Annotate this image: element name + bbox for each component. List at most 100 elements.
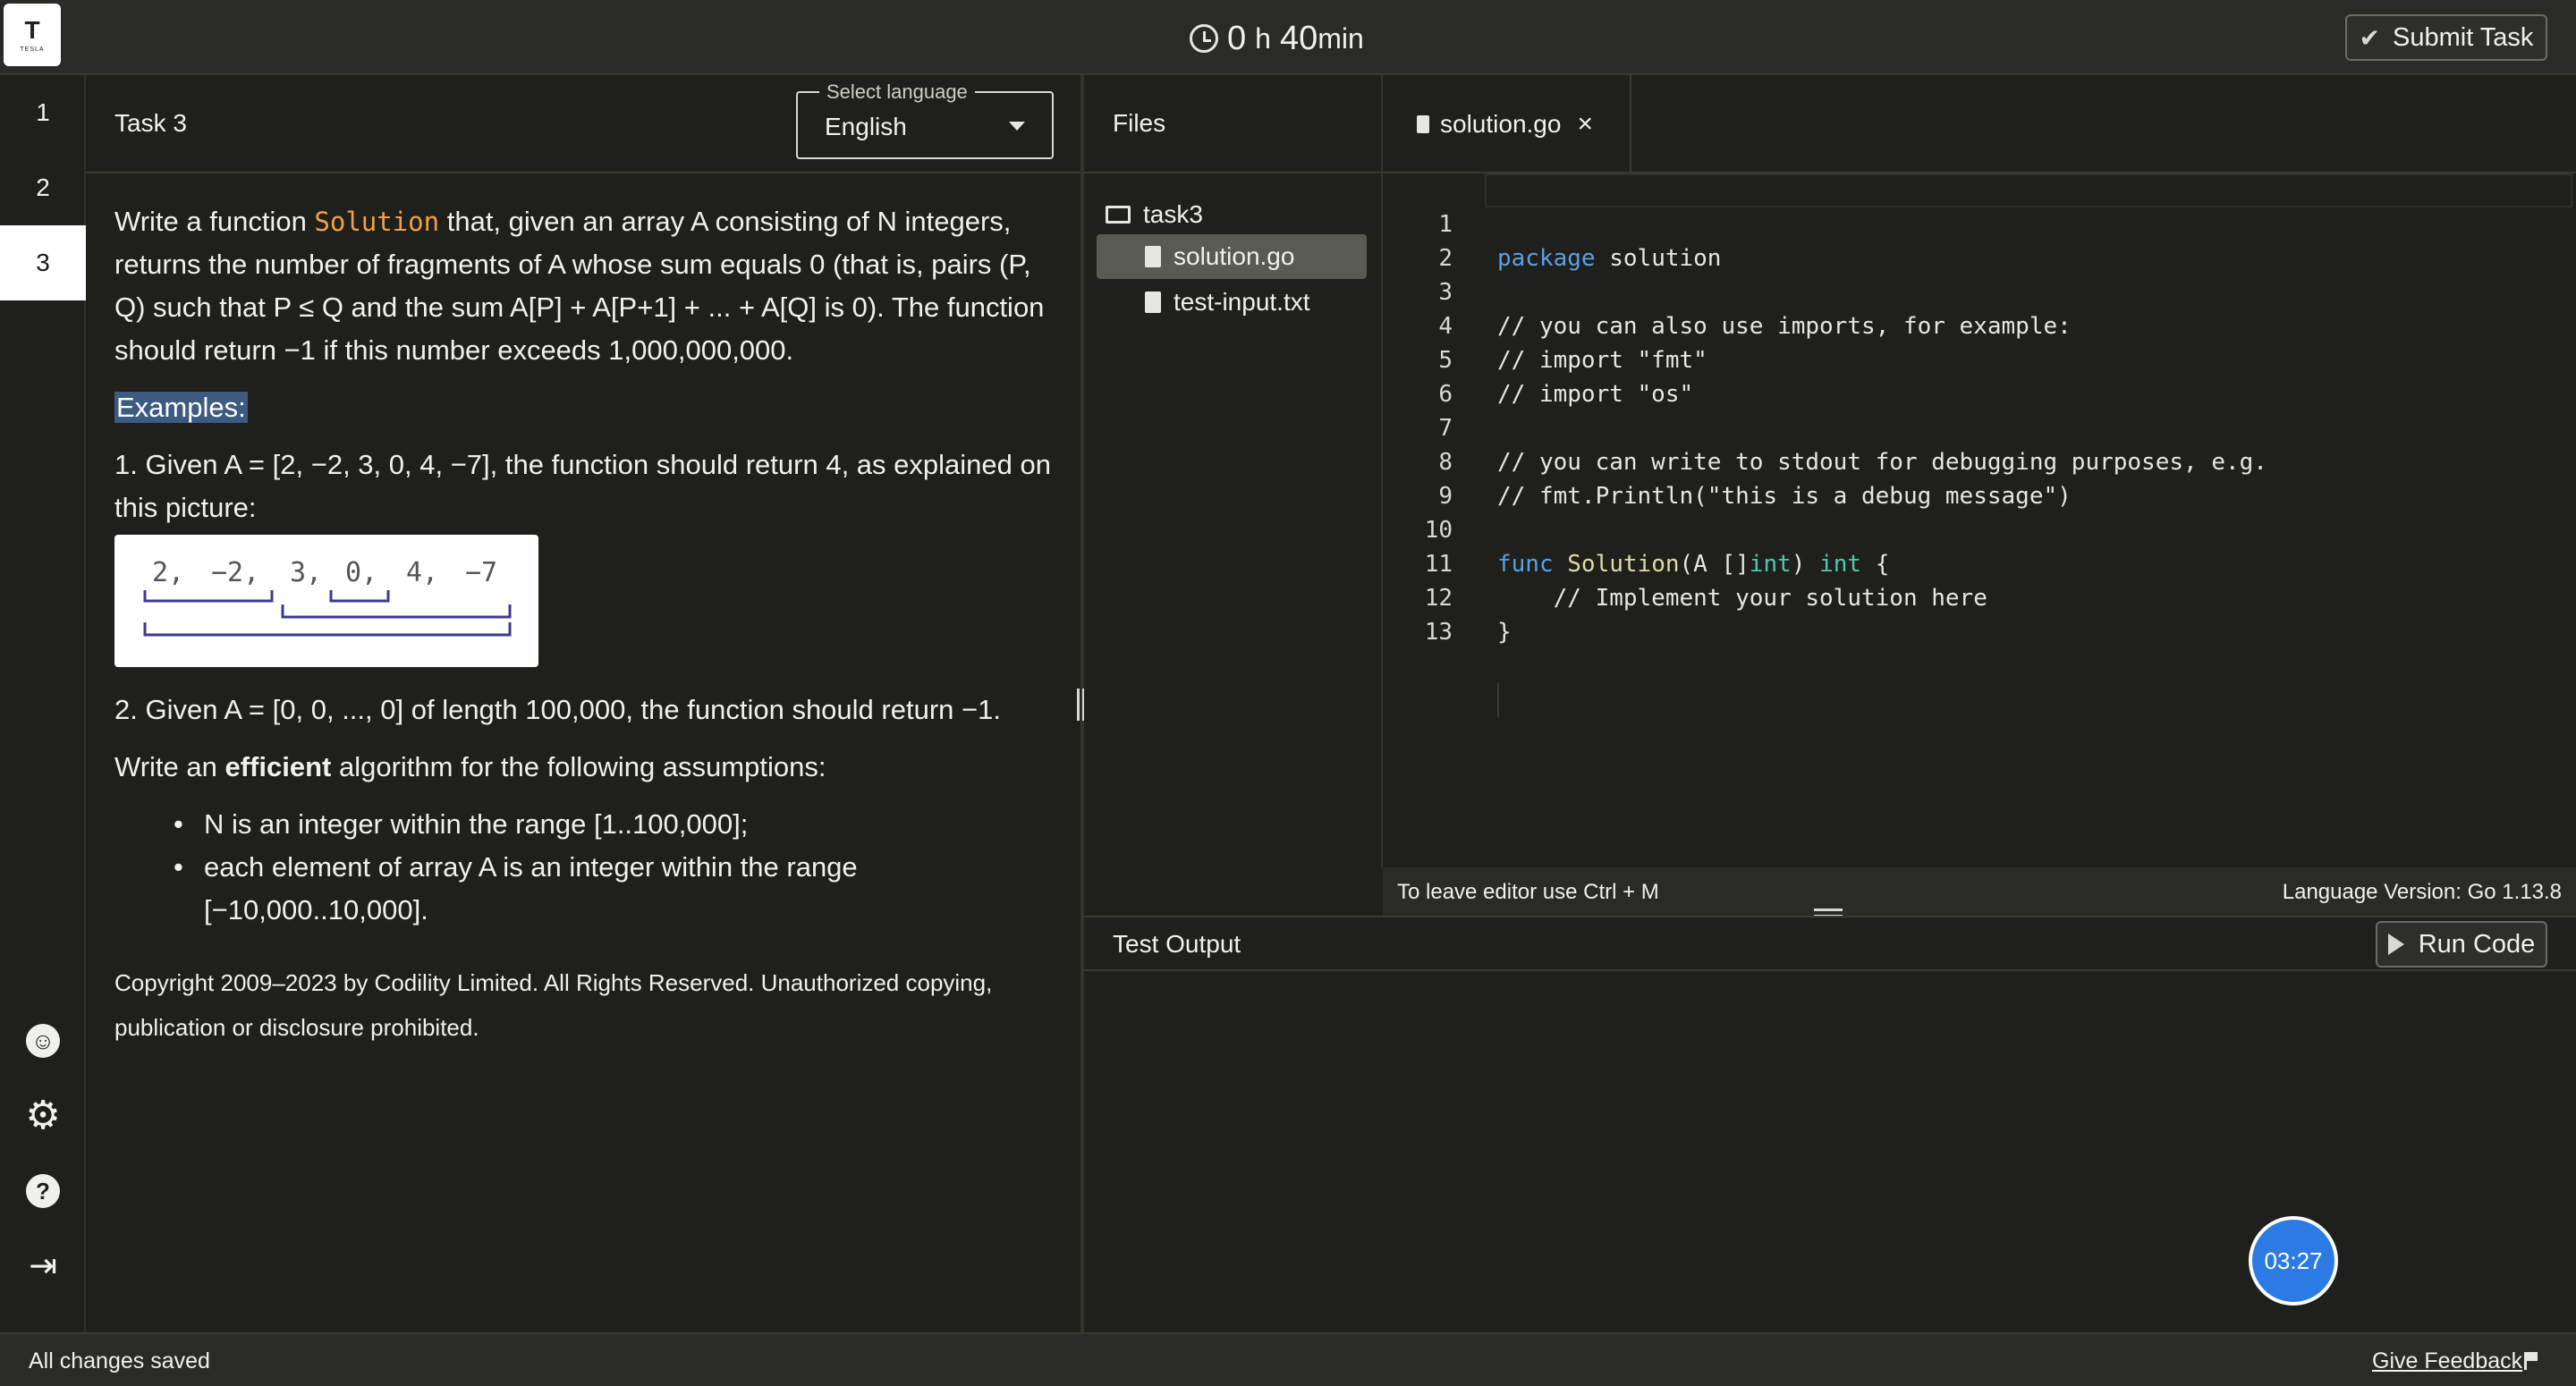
editor-tabs: solution.go × [1383,75,2576,173]
code-area[interactable]: 1 package solution 2 3 // you can also u… [1383,173,2576,853]
code-line: 2 [1383,207,2576,272]
code-text: } [1497,619,1512,646]
timer-minutes: 40 [1279,19,1318,57]
bracket-whole-array [143,622,512,637]
settings-button[interactable]: ⚙ [25,1094,61,1137]
function-name-code: Solution [314,207,440,237]
code-line: 8 // fmt.Println("this is a debug messag… [1383,411,2576,510]
desc-part1: Write a function [114,206,315,237]
file-item-solution-go[interactable]: solution.go [1097,234,1367,279]
bracket-2-neg2 [143,590,274,603]
task-title: Task 3 [114,109,187,137]
countdown-badge: 03:27 [2249,1216,2338,1306]
code-line: 10 func Solution(A []int) int { [1383,479,2576,578]
code-line: 6 [1383,343,2576,408]
play-icon [2387,934,2404,955]
code-line: 12 } [1383,547,2576,646]
help-icon: ? [26,1174,60,1208]
assumptions-list: N is an integer within the range [1..100… [174,803,1063,932]
top-bar: T TESLA 0h 40 min ✔ Submit Task [0,0,2576,75]
task-tab-label: 1 [36,98,50,126]
code-line: 7 // you can write to stdout for debuggi… [1383,377,2576,476]
language-version: Language Version: Go 1.13.8 [2282,880,2562,904]
run-code-label: Run Code [2418,929,2536,959]
clock-icon [1190,24,1218,53]
run-code-button[interactable]: Run Code [2376,921,2547,968]
efficient-word: efficient [225,751,332,782]
timer-hours: 0 [1227,19,1247,57]
file-icon [1145,292,1161,313]
picture-value-1: −2, [211,557,259,588]
efficient-prefix: Write an [114,751,225,782]
code-line: 1 package solution [1383,173,2576,272]
folder-label: task3 [1143,200,1203,228]
picture-value-2: 3, [290,557,322,588]
gear-icon: ⚙ [25,1094,61,1137]
code-editor: solution.go × 1 package solution 2 3 // … [1383,75,2576,867]
task-tab-1[interactable]: 1 [0,75,86,150]
indent-guide [1497,683,1499,717]
timer: 0h 40 min [1190,18,1364,59]
code-line: 9 [1383,445,2576,510]
editor-tab-solution-go[interactable]: solution.go × [1383,75,1631,173]
picture-value-0: 2, [152,557,184,588]
check-icon: ✔ [2359,23,2381,52]
efficient-statement: Write an efficient algorithm for the fol… [114,746,1063,789]
test-output-title: Test Output [1113,930,1241,958]
close-icon[interactable]: × [1577,109,1593,139]
file-icon [1417,115,1429,133]
task-description-panel: Task 3 Select language English Write a f… [86,75,1082,1332]
assumption-item: N is an integer within the range [1..100… [174,803,1063,846]
picture-value-3: 0, [345,557,377,588]
task-tab-label: 2 [36,173,50,201]
files-panel: Files task3 solution.go test-input.txt [1084,75,1383,867]
test-output-panel: Test Output Run Code [1084,916,2576,1332]
example-1: 1. Given A = [2, −2, 3, 0, 4, −7], the f… [114,449,1051,523]
language-select[interactable]: Select language English [796,80,1054,159]
examples-heading-row: Examples: [114,386,1063,429]
exit-button[interactable]: ⇥ [25,1248,61,1284]
code-line: 5 // import "os" [1383,309,2576,408]
code-line: 13 [1383,581,2576,646]
file-label: test-input.txt [1174,288,1310,316]
task-body: Write a function Solution that, given an… [114,200,1063,1050]
flag-icon [2524,1352,2538,1370]
test-output-header: Test Output Run Code [1084,917,2576,971]
tesla-logo-text: TESLA [20,46,45,53]
give-feedback-link[interactable]: Give Feedback [2372,1348,2522,1374]
efficient-suffix: algorithm for the following assumptions: [331,751,826,782]
task-tab-2[interactable]: 2 [0,150,86,225]
timer-hours-unit: h [1255,21,1271,55]
bracket-0 [329,590,390,603]
submit-task-button[interactable]: ✔ Submit Task [2345,14,2547,61]
help-button[interactable]: ? [25,1173,61,1209]
tesla-logo-glyph: T [24,15,40,44]
editor-status-bar: To leave editor use Ctrl + M Language Ve… [1383,867,2576,916]
task-header: Task 3 Select language English [86,75,1082,173]
file-item-test-input[interactable]: test-input.txt [1145,281,1310,324]
example-2: 2. Given A = [0, 0, ..., 0] of length 10… [114,694,1001,725]
task-tab-3[interactable]: 3 [0,225,86,300]
tesla-logo: T TESLA [4,4,61,66]
files-title: Files [1113,109,1166,137]
folder-icon [1106,206,1131,224]
accessibility-icon: ☺ [26,1024,60,1058]
language-select-legend: Select language [819,80,975,104]
picture-value-5: −7 [465,557,497,588]
example-picture: 2, −2, 3, 0, 4, −7 [114,535,538,667]
code-line: 11 // Implement your solution here [1383,513,2576,612]
example-picture-svg: 2, −2, 3, 0, 4, −7 [143,557,512,637]
task-description: Write a function Solution that, given an… [114,200,1063,372]
task-nav-rail: 1 2 3 ☺ ⚙ ? ⇥ [0,75,86,1332]
chevron-down-icon [1009,122,1025,131]
folder-task3[interactable]: task3 [1106,195,1203,234]
accessibility-button[interactable]: ☺ [25,1023,61,1059]
code-line: 4 // import "fmt" [1383,275,2576,374]
picture-value-4: 4, [406,557,438,588]
exit-icon: ⇥ [29,1247,57,1285]
copyright-notice: Copyright 2009–2023 by Codility Limited.… [114,969,993,1041]
file-icon [1145,246,1161,267]
language-select-value: English [825,113,907,140]
timer-minutes-unit: min [1318,21,1364,55]
assumption-item: each element of array A is an integer wi… [174,846,1063,932]
